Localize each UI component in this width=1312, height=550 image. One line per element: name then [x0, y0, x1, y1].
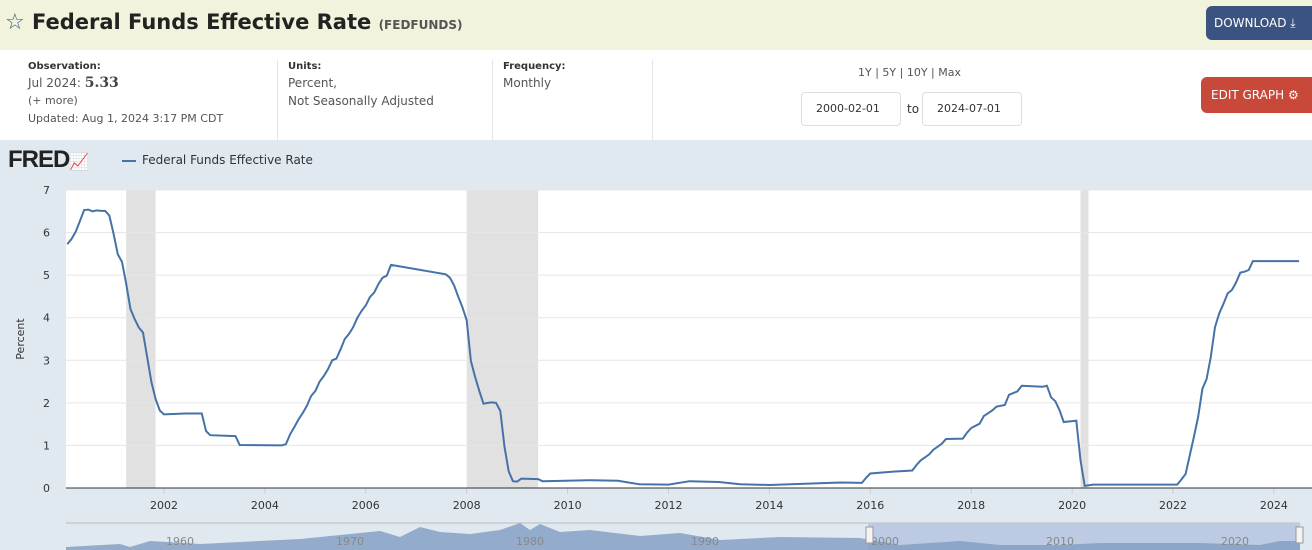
- navigator-tick-label: 2020: [1221, 535, 1249, 548]
- x-tick-label: 2020: [1058, 499, 1086, 512]
- navigator-tick-label: 2010: [1046, 535, 1074, 548]
- y-tick-label: 1: [43, 439, 50, 452]
- x-tick-label: 2004: [251, 499, 279, 512]
- y-tick-label: 6: [43, 227, 50, 240]
- navigator-tick-label: 2000: [871, 535, 899, 548]
- x-tick-label: 2022: [1159, 499, 1187, 512]
- recession-band: [126, 190, 156, 488]
- x-tick-label: 2012: [655, 499, 683, 512]
- navigator-tick-label: 1990: [691, 535, 719, 548]
- x-tick-label: 2014: [755, 499, 783, 512]
- x-tick-label: 2018: [957, 499, 985, 512]
- x-tick-label: 2024: [1260, 499, 1288, 512]
- navigator-tick-label: 1960: [166, 535, 194, 548]
- y-tick-label: 2: [43, 397, 50, 410]
- navigator-handle[interactable]: [865, 526, 874, 544]
- navigator-tick-label: 1970: [336, 535, 364, 548]
- x-tick-label: 2002: [150, 499, 178, 512]
- navigator-handle[interactable]: [1295, 526, 1304, 544]
- recession-band: [466, 190, 539, 488]
- y-tick-label: 4: [43, 312, 50, 325]
- x-tick-label: 2010: [554, 499, 582, 512]
- x-tick-label: 2016: [856, 499, 884, 512]
- y-axis-label: Percent: [14, 318, 27, 360]
- recession-band: [1080, 190, 1089, 488]
- plot-area: [66, 190, 1312, 488]
- navigator-tick-label: 1980: [516, 535, 544, 548]
- y-tick-label: 5: [43, 269, 50, 282]
- x-tick-label: 2006: [352, 499, 380, 512]
- x-tick-label: 2008: [453, 499, 481, 512]
- y-tick-label: 7: [43, 184, 50, 197]
- y-tick-label: 0: [43, 482, 50, 495]
- chart: 0 1 2 3 4 5 6 7 2002 2004 2006 2008 2010 2012 2014 2016…: [14, 184, 1312, 550]
- y-tick-label: 3: [43, 354, 50, 367]
